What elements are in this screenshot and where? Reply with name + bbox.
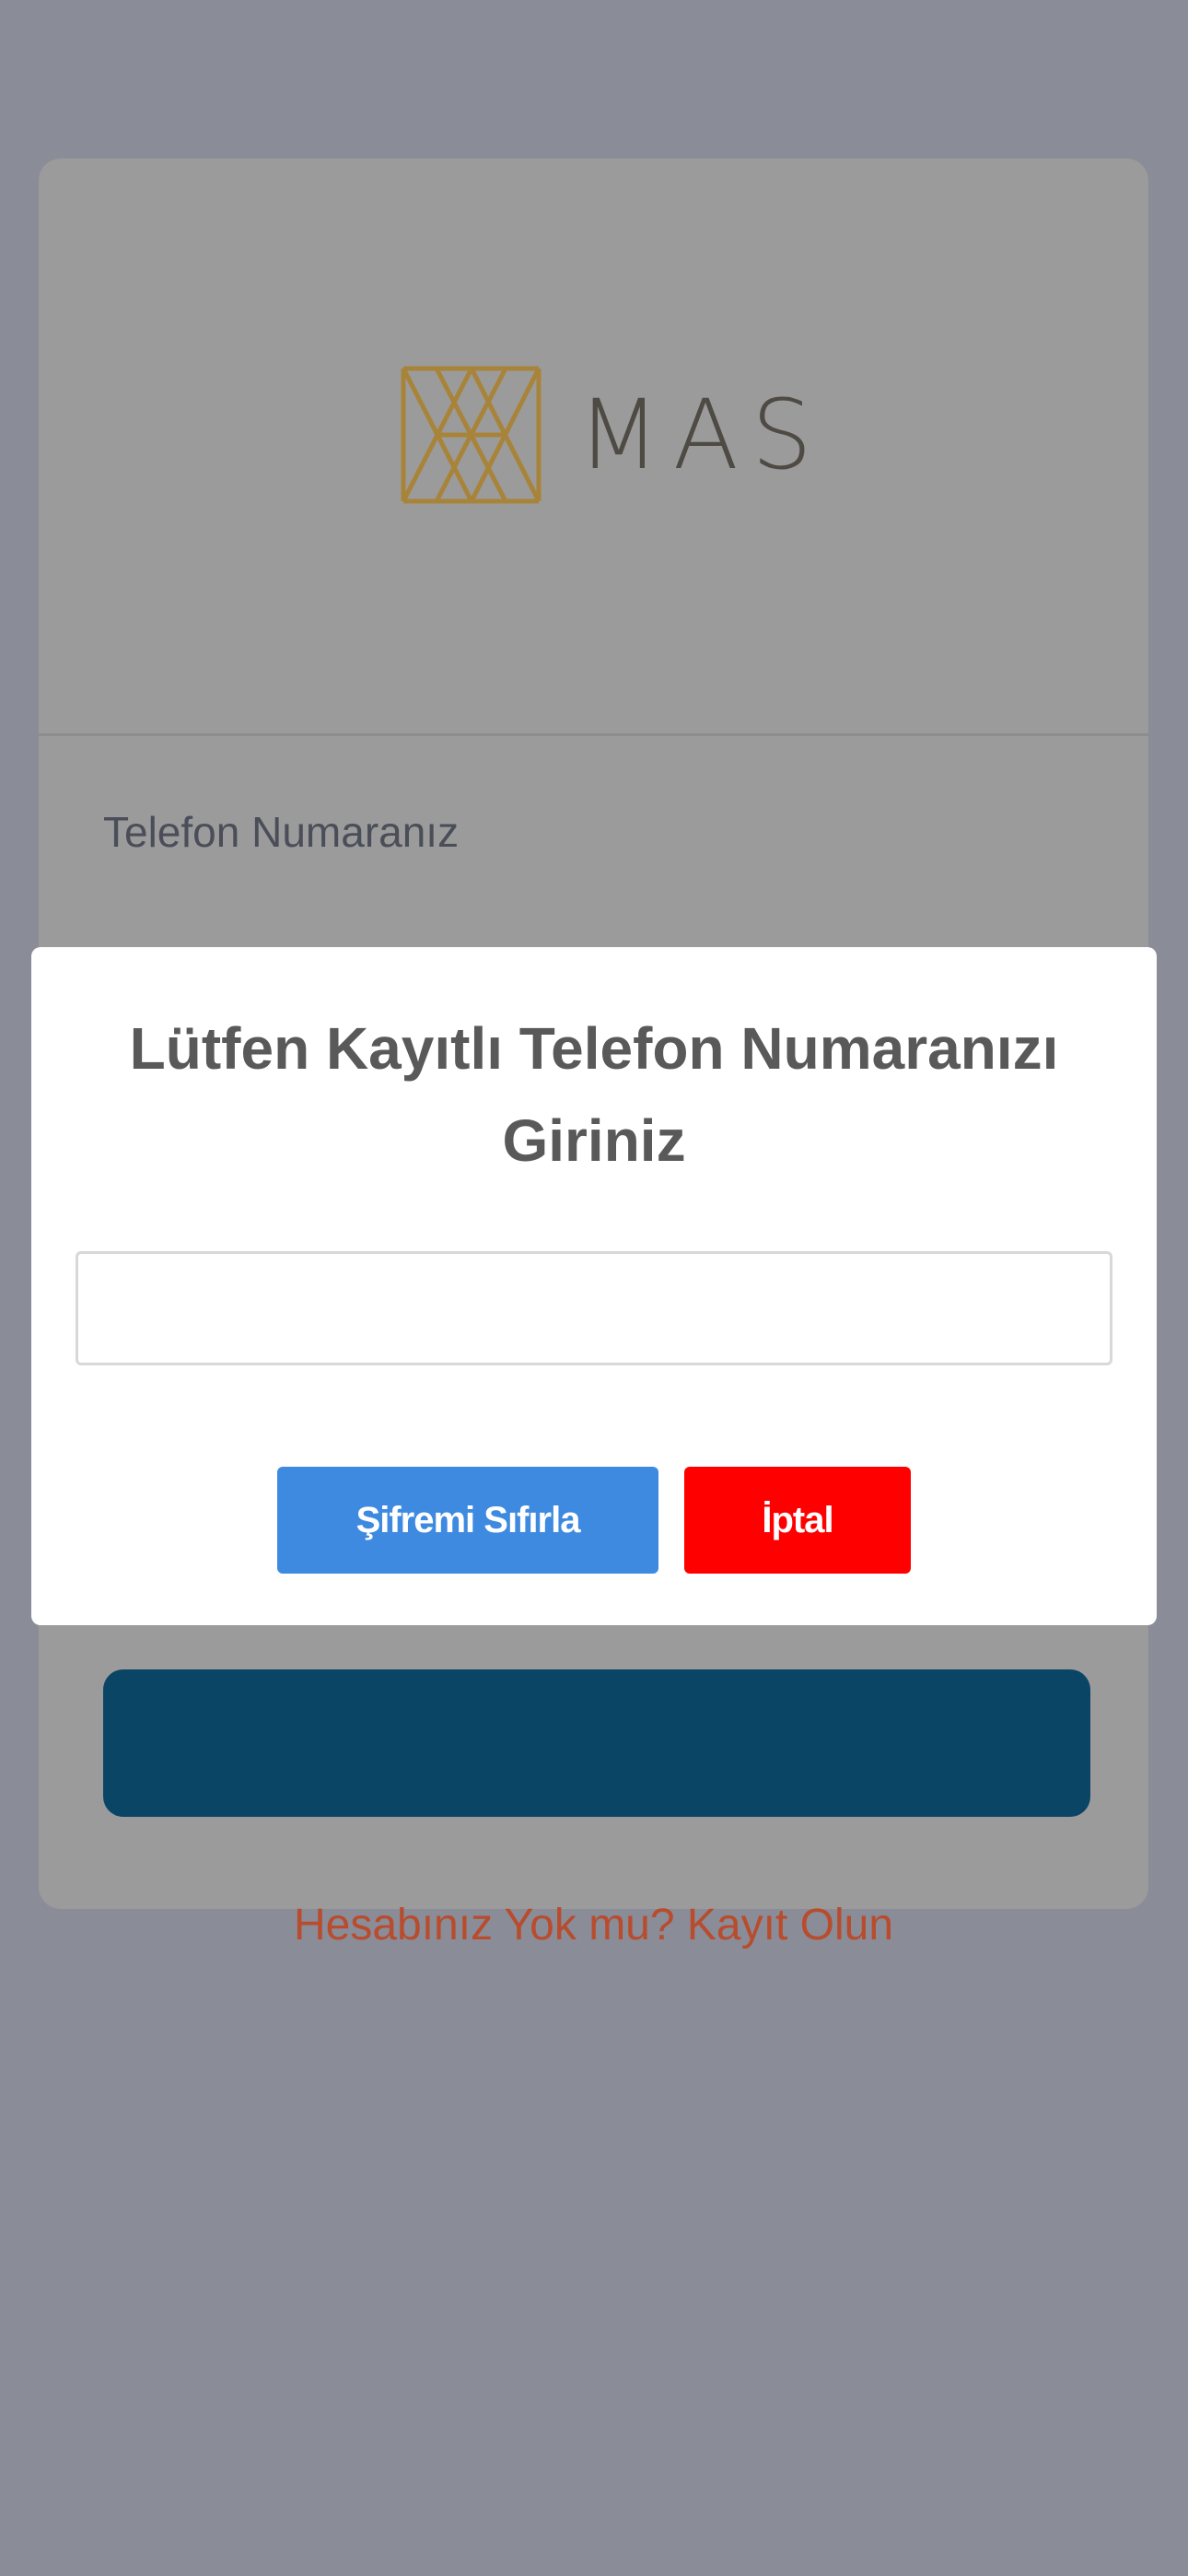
brand-logo-text: MAS <box>577 379 825 491</box>
login-card-header: MAS <box>39 158 1148 736</box>
dialog-title: Lütfen Kayıtlı Telefon Numaranızı Girini… <box>129 1015 1059 1174</box>
mas-geometric-logo-icon <box>401 366 542 504</box>
reset-password-dialog: Lütfen Kayıtlı Telefon Numaranızı Girini… <box>31 947 1157 1625</box>
reset-password-button[interactable]: Şifremi Sıfırla <box>277 1467 658 1574</box>
login-button[interactable] <box>103 1669 1090 1817</box>
brand-logo: MAS <box>400 361 842 509</box>
dialog-actions: Şifremi Sıfırla İptal <box>31 1467 1157 1574</box>
phone-number-label: Telefon Numaranız <box>103 808 460 856</box>
register-link[interactable]: Hesabınız Yok mu? Kayıt Olun <box>39 1900 1148 1950</box>
cancel-button[interactable]: İptal <box>684 1467 911 1574</box>
registered-phone-input[interactable] <box>76 1251 1112 1365</box>
